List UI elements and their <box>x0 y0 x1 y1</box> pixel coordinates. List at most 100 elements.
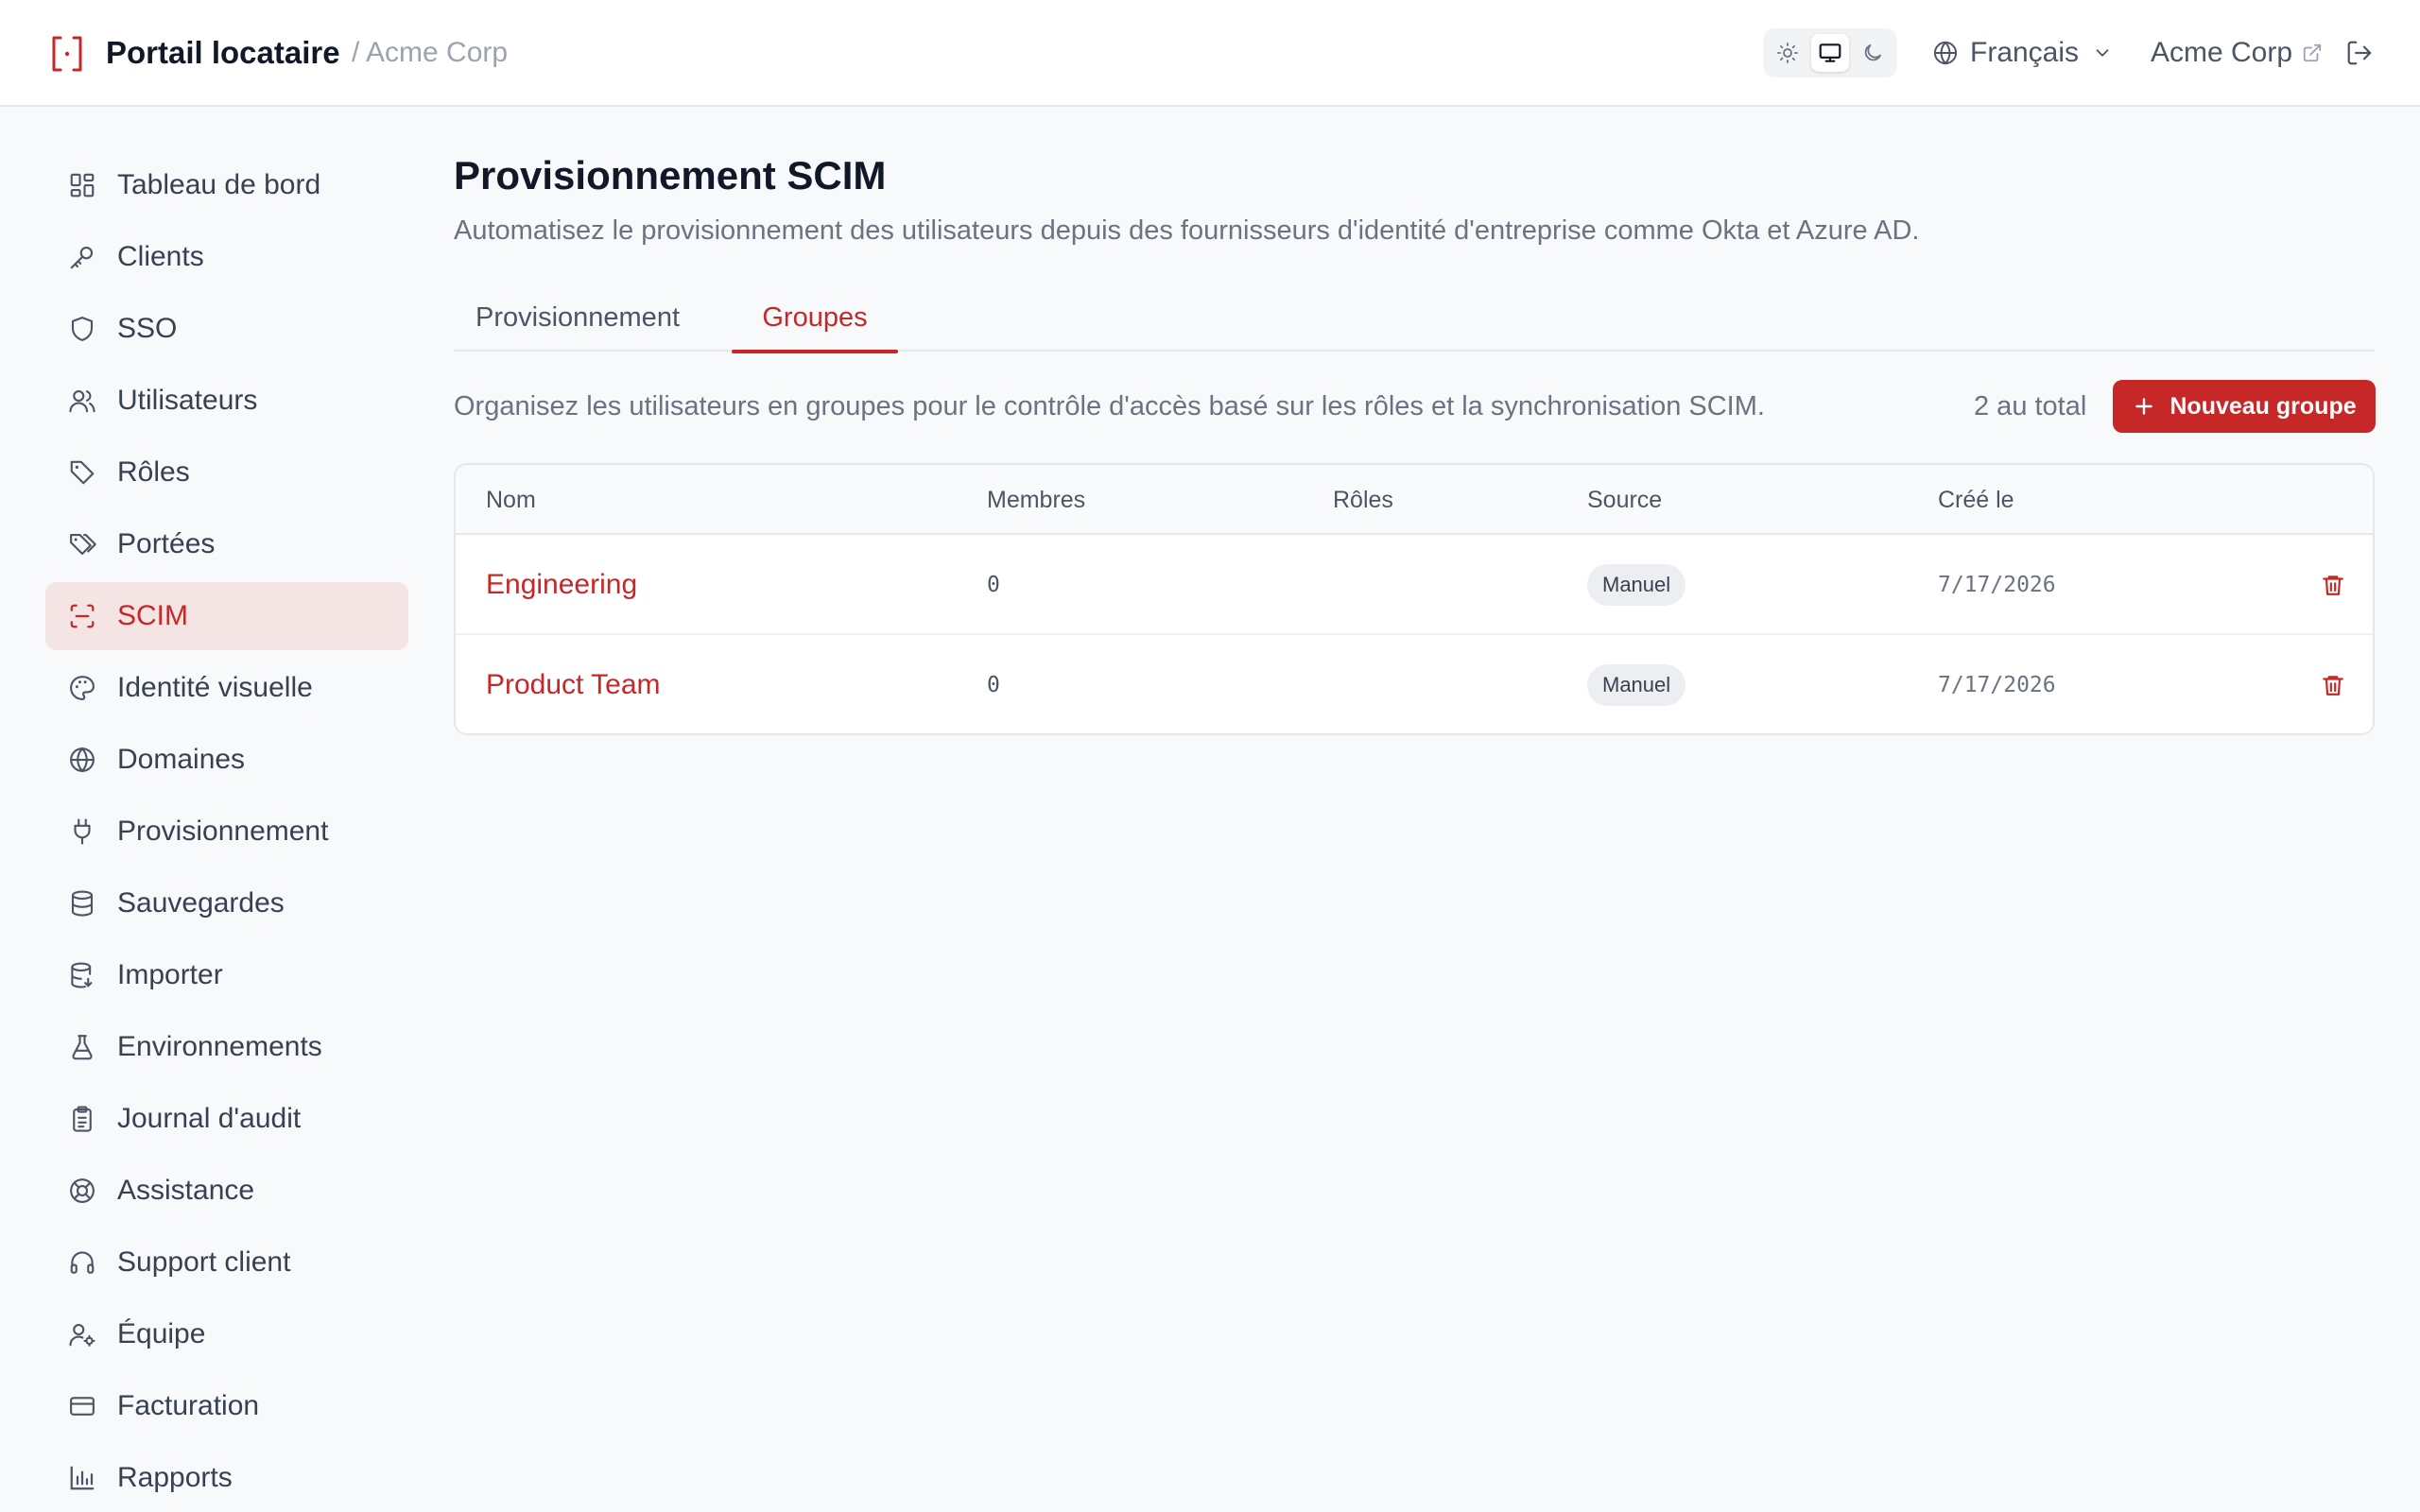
new-group-button[interactable]: Nouveau groupe <box>2113 380 2376 433</box>
sidebar-item-sso[interactable]: SSO <box>45 295 408 363</box>
sidebar-item-label: Domaines <box>117 744 246 775</box>
sidebar-item-label: Portées <box>117 528 216 559</box>
theme-system-button[interactable] <box>1811 34 1849 72</box>
page-subtitle: Automatisez le provisionnement des utili… <box>454 215 1920 246</box>
sun-icon <box>1776 42 1799 64</box>
new-group-label: Nouveau groupe <box>2169 392 2357 420</box>
plus-icon <box>2132 394 2156 419</box>
sidebar-item-label: Tableau de bord <box>117 169 321 200</box>
tab-groupes[interactable]: Groupes <box>732 284 898 353</box>
trash-icon <box>2321 573 2345 597</box>
groups-total-count: 2 au total <box>1974 391 2087 421</box>
tab-bar: Provisionnement Groupes <box>454 284 2375 353</box>
column-header-members: Membres <box>987 487 1086 513</box>
theme-dark-button[interactable] <box>1854 34 1892 72</box>
sidebar-item-equipe[interactable]: Équipe <box>45 1300 408 1368</box>
language-label: Français <box>1970 37 2080 68</box>
tab-provisionnement[interactable]: Provisionnement <box>454 284 701 352</box>
table-row: Product Team 0 Manuel 7/17/2026 <box>456 635 2373 733</box>
delete-group-button[interactable] <box>2314 666 2352 704</box>
database-icon <box>66 887 98 919</box>
column-header-roles: Rôles <box>1333 487 1393 513</box>
plug-icon <box>66 816 98 848</box>
table-row: Engineering 0 Manuel 7/17/2026 <box>456 535 2373 635</box>
sidebar-item-journal-audit[interactable]: Journal d'audit <box>45 1085 408 1153</box>
dashboard-icon <box>66 169 98 201</box>
trash-icon <box>2321 673 2345 697</box>
sidebar-item-identite-visuelle[interactable]: Identité visuelle <box>45 654 408 722</box>
sidebar-item-utilisateurs[interactable]: Utilisateurs <box>45 367 408 435</box>
sidebar-item-clients[interactable]: Clients <box>45 223 408 291</box>
users-icon <box>66 385 98 417</box>
source-badge: Manuel <box>1587 564 1686 606</box>
column-header-source: Source <box>1587 487 1663 513</box>
column-header-created: Créé le <box>1938 487 2014 513</box>
sidebar-item-label: Support client <box>117 1246 291 1278</box>
logout-icon <box>2345 39 2374 67</box>
sidebar-item-roles[interactable]: Rôles <box>45 438 408 507</box>
source-cell: Manuel <box>1587 535 1686 635</box>
clipboard-icon <box>66 1103 98 1135</box>
theme-light-button[interactable] <box>1769 34 1806 72</box>
user-cog-icon <box>66 1318 98 1350</box>
sidebar-item-label: Environnements <box>117 1031 322 1062</box>
group-created-date: 7/17/2026 <box>1938 573 2056 597</box>
sidebar-item-facturation[interactable]: Facturation <box>45 1372 408 1440</box>
sidebar-item-domaines[interactable]: Domaines <box>45 726 408 794</box>
source-cell: Manuel <box>1587 635 1686 733</box>
credit-card-icon <box>66 1390 98 1422</box>
database-import-icon <box>66 959 98 991</box>
group-created-date: 7/17/2026 <box>1938 673 2056 697</box>
sidebar-item-label: Clients <box>117 241 204 272</box>
sidebar-item-portees[interactable]: Portées <box>45 510 408 578</box>
groups-table: Nom Membres Rôles Source Créé le Enginee… <box>454 463 2375 735</box>
sidebar-item-label: Rôles <box>117 456 190 488</box>
sidebar-item-support-client[interactable]: Support client <box>45 1228 408 1297</box>
sidebar-item-label: Importer <box>117 959 223 990</box>
sidebar-item-scim[interactable]: SCIM <box>45 582 408 650</box>
sidebar-item-label: Provisionnement <box>117 816 329 847</box>
globe-icon <box>1932 40 1959 66</box>
sidebar-item-label: Utilisateurs <box>117 385 258 416</box>
sidebar-item-label: Facturation <box>117 1390 260 1421</box>
moon-icon <box>1861 42 1884 64</box>
table-header: Nom Membres Rôles Source Créé le <box>456 465 2373 535</box>
sidebar-item-label: SCIM <box>117 600 188 631</box>
sidebar-item-label: Identité visuelle <box>117 672 313 703</box>
flask-icon <box>66 1031 98 1063</box>
sidebar-item-importer[interactable]: Importer <box>45 941 408 1009</box>
lifebuoy-icon <box>66 1175 98 1207</box>
column-header-name: Nom <box>486 487 536 513</box>
sidebar-item-label: SSO <box>117 313 178 344</box>
tags-icon <box>66 528 98 560</box>
tag-icon <box>66 456 98 489</box>
sidebar-item-tableau-de-bord[interactable]: Tableau de bord <box>45 151 408 219</box>
sidebar-item-rapports[interactable]: Rapports <box>45 1444 408 1512</box>
delete-group-button[interactable] <box>2314 566 2352 604</box>
tenant-breadcrumb: / Acme Corp <box>352 37 509 68</box>
sidebar-item-label: Rapports <box>117 1462 233 1493</box>
group-name-link[interactable]: Engineering <box>486 535 637 635</box>
app-title: Portail locataire <box>106 35 340 70</box>
sidebar-item-assistance[interactable]: Assistance <box>45 1157 408 1225</box>
sidebar-item-label: Sauvegardes <box>117 887 285 919</box>
headset-icon <box>66 1246 98 1279</box>
org-link[interactable]: Acme Corp <box>2151 30 2323 76</box>
logout-button[interactable] <box>2342 36 2377 70</box>
group-name-link[interactable]: Product Team <box>486 635 661 733</box>
sidebar-item-provisionnement[interactable]: Provisionnement <box>45 798 408 866</box>
org-name: Acme Corp <box>2151 37 2293 68</box>
top-header: Portail locataire / Acme Corp Français A… <box>0 0 2420 107</box>
sidebar-item-sauvegardes[interactable]: Sauvegardes <box>45 869 408 937</box>
language-select[interactable]: Français <box>1932 30 2113 76</box>
globe-icon <box>66 744 98 776</box>
scan-bracket-logo-icon <box>51 36 83 72</box>
shield-icon <box>66 313 98 345</box>
key-icon <box>66 241 98 273</box>
bar-chart-icon <box>66 1462 98 1494</box>
chevron-down-icon <box>2092 43 2113 63</box>
monitor-icon <box>1818 41 1842 65</box>
sidebar-item-environnements[interactable]: Environnements <box>45 1013 408 1081</box>
sidebar-item-label: Équipe <box>117 1318 206 1349</box>
groups-description: Organisez les utilisateurs en groupes po… <box>454 391 1765 421</box>
